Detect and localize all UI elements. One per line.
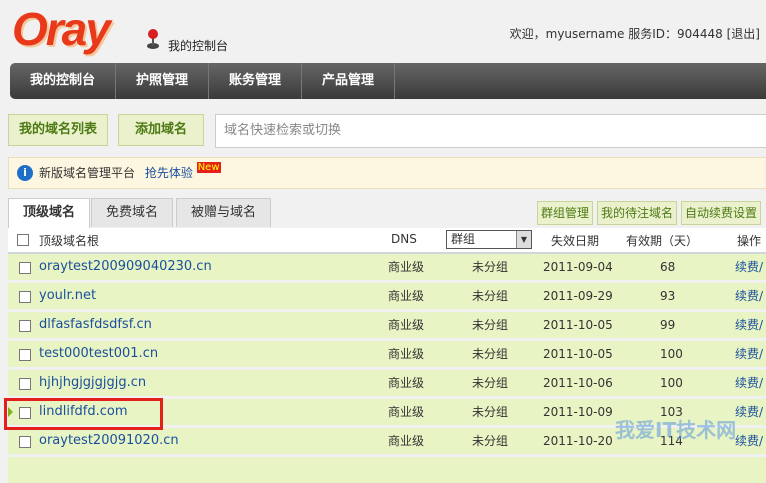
info-icon: i (17, 165, 33, 181)
group-manage-button[interactable]: 群组管理 (537, 201, 594, 225)
row-pointer-icon (8, 407, 13, 417)
col-expire: 失效日期 (551, 234, 600, 248)
auto-renew-button[interactable]: 自动续费设置 (681, 201, 762, 225)
table-row: test000test001.cn 商业级 未分组 2011-10-05 100 续费/ (8, 341, 766, 367)
joystick-icon (147, 29, 159, 49)
renew-link[interactable]: 续费/ (735, 341, 763, 367)
expire-date: 2011-09-04 (543, 260, 613, 274)
expire-date: 2011-09-29 (543, 289, 613, 303)
table-row: dlfasfasfdsdfsf.cn 商业级 未分组 2011-10-05 99 续费/ (8, 312, 766, 338)
main-nav: 我的控制台 护照管理 账务管理 产品管理 (10, 63, 766, 99)
dns-level: 商业级 (388, 376, 425, 390)
nav-passport[interactable]: 护照管理 (116, 63, 210, 99)
domain-search-input[interactable]: 域名快速检索或切换 (215, 114, 766, 148)
days-left: 100 (660, 347, 683, 361)
row-checkbox[interactable] (19, 320, 31, 332)
domain-link[interactable]: dlfasfasfdsdfsf.cn (39, 312, 152, 338)
chevron-down-icon: ▼ (516, 231, 531, 248)
days-left: 100 (660, 376, 683, 390)
nav-console[interactable]: 我的控制台 (10, 63, 117, 99)
renew-link[interactable]: 续费/ (735, 283, 763, 309)
table-header: 顶级域名根 DNS 失效日期 有效期（天） 操作 (8, 228, 766, 254)
domain-list-button[interactable]: 我的域名列表 (8, 114, 109, 146)
group-value: 未分组 (472, 289, 509, 303)
pending-domains-button[interactable]: 我的待注域名 (597, 201, 678, 225)
table-row: hjhjhgjgjgjgjg.cn 商业级 未分组 2011-10-06 100 续费/ (8, 370, 766, 396)
select-all-checkbox[interactable] (17, 234, 29, 246)
expire-date: 2011-10-05 (543, 318, 613, 332)
group-value: 未分组 (472, 405, 509, 419)
table-row: youlr.net 商业级 未分组 2011-09-29 93 续费/ (8, 283, 766, 309)
col-op: 操作 (737, 234, 762, 248)
dns-level: 商业级 (388, 347, 425, 361)
nav-products[interactable]: 产品管理 (302, 63, 396, 99)
expire-date: 2011-10-06 (543, 376, 613, 390)
watermark: 我爱IT技术网 (615, 418, 737, 442)
try-link[interactable]: 抢先体验 (145, 166, 193, 180)
row-checkbox[interactable] (19, 291, 31, 303)
renew-link[interactable]: 续费/ (735, 428, 763, 454)
notice-bar: i 新版域名管理平台 抢先体验 New (8, 157, 766, 189)
group-select[interactable]: 群组 ▼ (446, 230, 532, 249)
expire-date: 2011-10-09 (543, 405, 613, 419)
highlight-box (4, 398, 163, 430)
domain-link[interactable]: oraytest200909040230.cn (39, 254, 212, 280)
add-domain-button[interactable]: 添加域名 (118, 114, 205, 146)
expire-date: 2011-10-05 (543, 347, 613, 361)
welcome-text: 欢迎，myusername 服务ID：904448 [退出] (509, 27, 760, 41)
dns-level: 商业级 (388, 289, 425, 303)
new-badge: New (196, 162, 221, 173)
renew-link[interactable]: 续费/ (735, 254, 763, 280)
days-left: 93 (660, 289, 676, 303)
row-checkbox[interactable] (19, 262, 31, 274)
domain-link[interactable]: hjhjhgjgjgjgjg.cn (39, 370, 146, 396)
dns-level: 商业级 (388, 260, 425, 274)
col-name: 顶级域名根 (39, 234, 100, 248)
dns-level: 商业级 (388, 434, 425, 448)
table-row: oraytest200909040230.cn 商业级 未分组 2011-09-04 6… (8, 254, 766, 280)
group-select-value: 群组 (451, 232, 476, 246)
tab-top-level[interactable]: 顶级域名 (8, 198, 91, 229)
group-value: 未分组 (472, 318, 509, 332)
oray-logo[interactable]: Oray (12, 2, 111, 56)
row-checkbox[interactable] (19, 378, 31, 390)
domain-link[interactable]: test000test001.cn (39, 341, 158, 367)
domain-link[interactable]: youlr.net (39, 283, 96, 309)
table-row (8, 457, 766, 483)
expire-date: 2011-10-20 (543, 434, 613, 448)
group-value: 未分组 (472, 376, 509, 390)
col-days: 有效期（天） (626, 234, 699, 248)
notice-text: 新版域名管理平台 (39, 166, 136, 180)
renew-link[interactable]: 续费/ (735, 370, 763, 396)
renew-link[interactable]: 续费/ (735, 312, 763, 338)
nav-billing[interactable]: 账务管理 (209, 63, 303, 99)
console-label: 我的控制台 (168, 39, 229, 53)
dns-level: 商业级 (388, 405, 425, 419)
tab-free[interactable]: 免费域名 (91, 198, 174, 227)
days-left: 68 (660, 260, 676, 274)
group-value: 未分组 (472, 260, 509, 274)
row-checkbox[interactable] (19, 349, 31, 361)
group-value: 未分组 (472, 434, 509, 448)
tab-gifted[interactable]: 被赠与域名 (176, 198, 272, 227)
domain-link[interactable]: oraytest20091020.cn (39, 428, 179, 454)
group-value: 未分组 (472, 347, 509, 361)
dns-level: 商业级 (388, 318, 425, 332)
days-left: 99 (660, 318, 676, 332)
renew-link[interactable]: 续费/ (735, 399, 763, 425)
col-dns: DNS (391, 232, 417, 246)
row-checkbox[interactable] (19, 436, 31, 448)
